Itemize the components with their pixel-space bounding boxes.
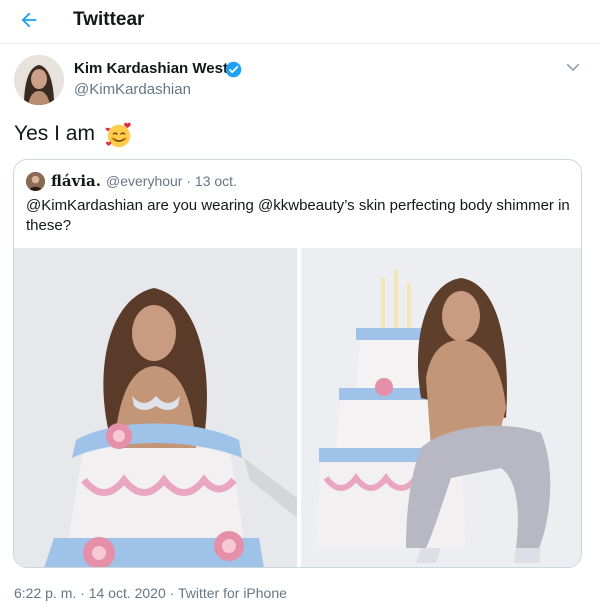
meta-separator: ·: [165, 585, 178, 601]
tweet-text: Yes I am: [14, 122, 95, 145]
smiling-face-with-hearts-icon: [104, 120, 134, 150]
chevron-down-icon[interactable]: [564, 58, 584, 78]
quoted-author-handle-date: @everyhour · 13 oct.: [106, 173, 237, 189]
quoted-tweet-card[interactable]: flávia. @everyhour · 13 oct. @KimKardash…: [13, 159, 582, 568]
page-title: Twittear: [73, 9, 145, 30]
tweet-source-link[interactable]: Twitter for iPhone: [178, 585, 287, 601]
author-handle[interactable]: @KimKardashian: [74, 81, 191, 98]
media-image-2[interactable]: [301, 248, 581, 567]
top-bar: Twittear: [0, 0, 600, 44]
verified-badge-icon: [225, 61, 242, 78]
tweet-timestamp: 6:22 p. m. · 14 oct. 2020: [14, 585, 166, 601]
back-arrow-icon[interactable]: [18, 6, 46, 34]
tweet-meta: 6:22 p. m. · 14 oct. 2020 · Twitter for …: [14, 585, 287, 601]
author-avatar[interactable]: [14, 55, 64, 105]
quoted-author-name: flávia.: [51, 172, 101, 190]
quoted-author-avatar: [26, 172, 45, 191]
quoted-tweet-text: @KimKardashian are you wearing @kkwbeaut…: [26, 197, 570, 234]
author-name[interactable]: Kim Kardashian West: [74, 60, 228, 77]
media-image-1[interactable]: [14, 248, 297, 567]
